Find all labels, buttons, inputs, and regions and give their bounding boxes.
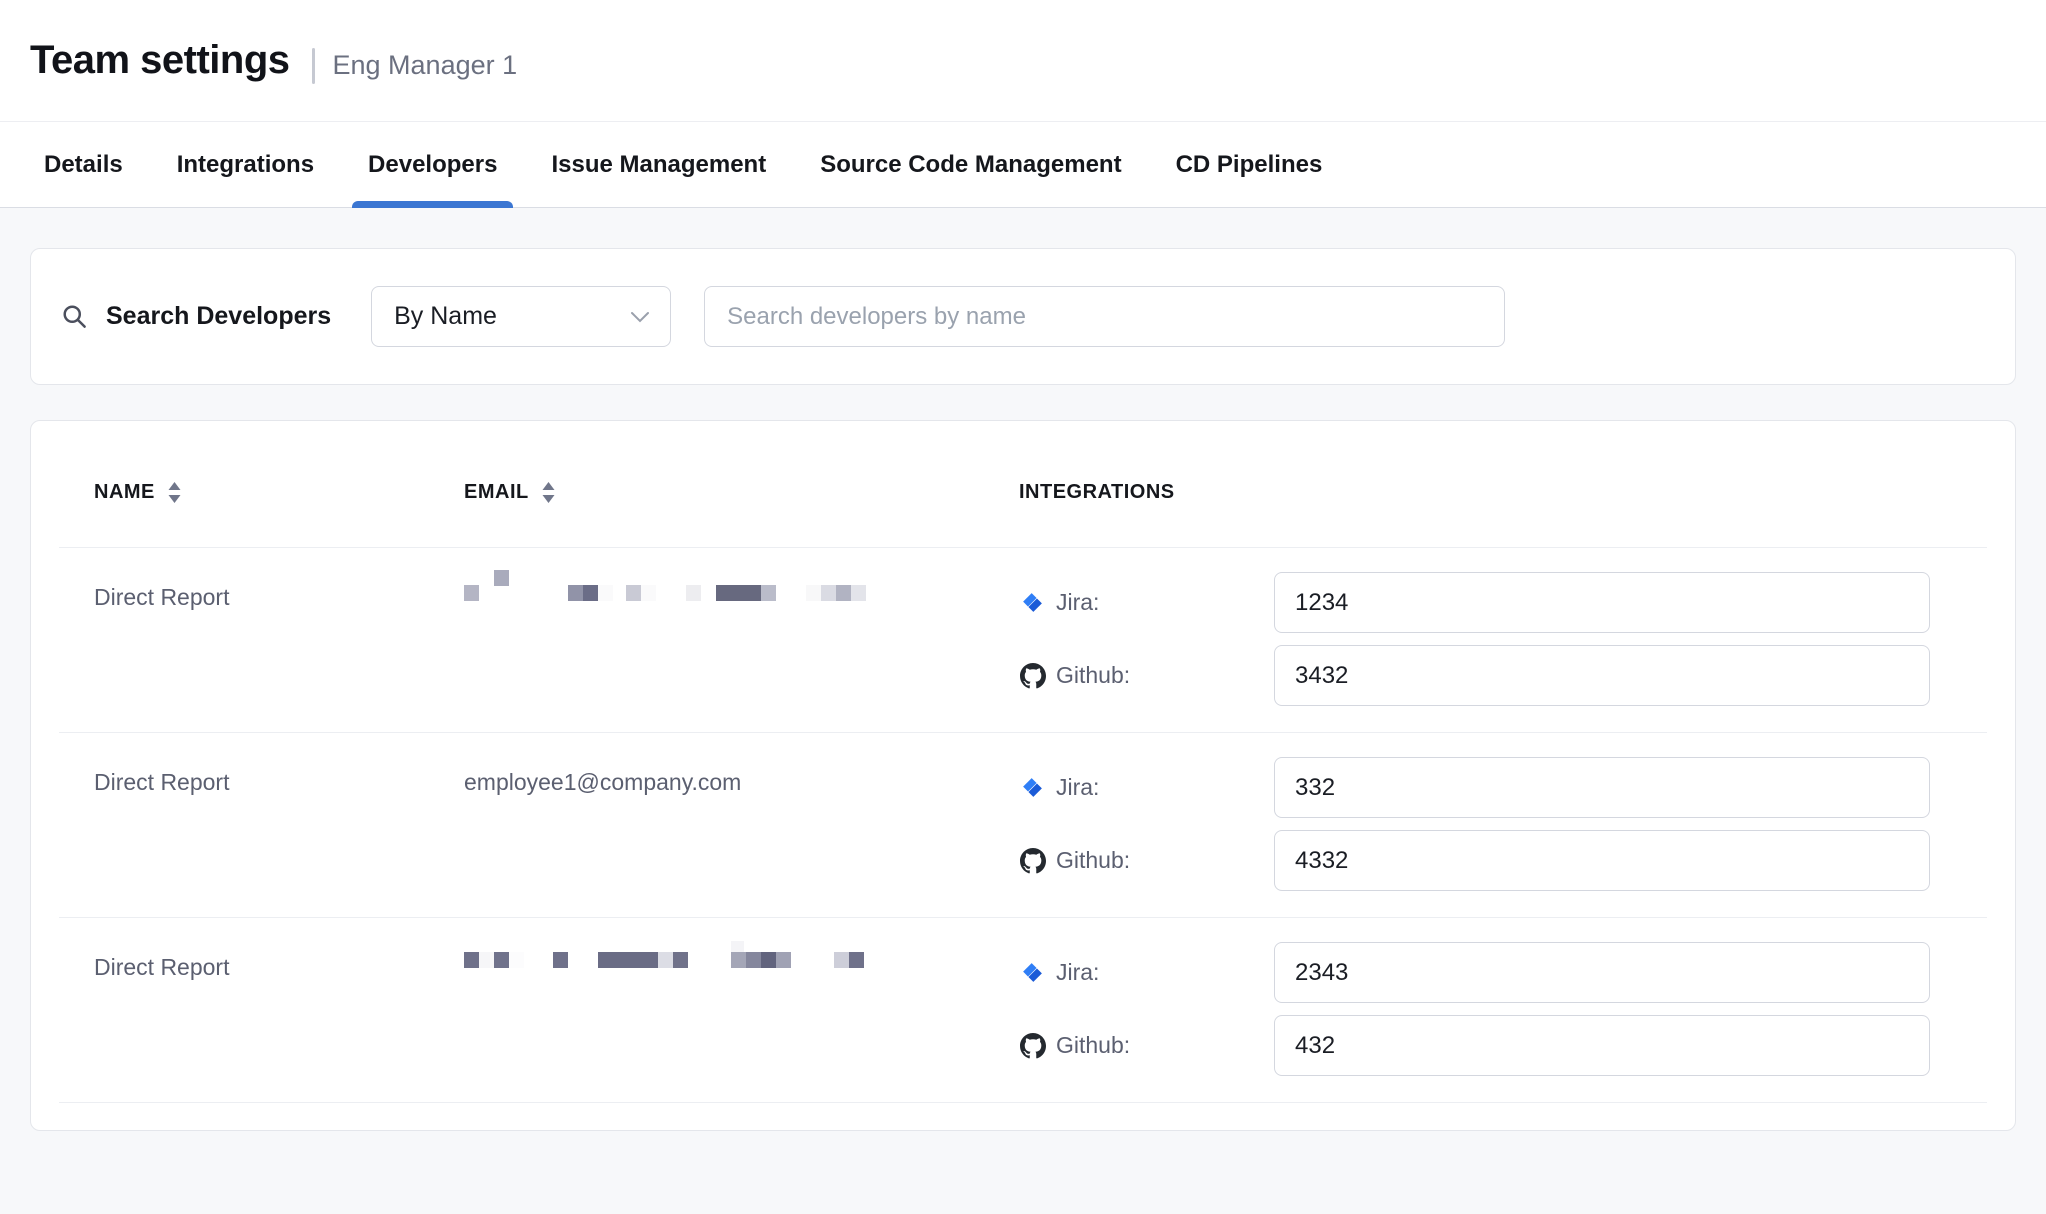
chevron-down-icon [630, 311, 650, 323]
jira-label: Jira: [1056, 774, 1099, 801]
redacted-pixel-block [494, 570, 509, 586]
github-id-input[interactable] [1274, 830, 1930, 891]
jira-label: Jira: [1056, 959, 1099, 986]
column-header-email: EMAIL [429, 481, 989, 504]
developer-email: employee1@company.com [429, 757, 989, 891]
redacted-pixel-block [658, 952, 673, 968]
redacted-pixel-block [849, 952, 864, 968]
column-label-integrations: INTEGRATIONS [1019, 481, 1175, 504]
developer-name: Direct Report [59, 942, 429, 1076]
search-panel: Search Developers By Name [30, 248, 2016, 385]
redacted-pixel-block [598, 952, 658, 968]
developers-table: NAME EMAIL INTEGRATIONS [30, 420, 2016, 1131]
developer-email [429, 572, 989, 706]
redacted-pixel-block [776, 952, 791, 968]
github-id-input[interactable] [1274, 1015, 1930, 1076]
github-integration-row: Github: [1019, 645, 1987, 706]
jira-integration-row: Jira: [1019, 757, 1987, 818]
jira-integration-row: Jira: [1019, 942, 1987, 1003]
redacted-pixel-block [553, 952, 568, 968]
search-icon [61, 303, 88, 330]
integrations-cell: Jira: Github: [989, 757, 1987, 891]
integrations-cell: Jira: Github: [989, 572, 1987, 706]
jira-icon [1019, 960, 1046, 985]
github-integration-row: Github: [1019, 830, 1987, 891]
developer-email [429, 942, 989, 1076]
title-separator [312, 48, 315, 84]
jira-label: Jira: [1056, 589, 1099, 616]
tab-developers[interactable]: Developers [368, 122, 497, 207]
github-label: Github: [1056, 1032, 1130, 1059]
redacted-pixel-block [731, 952, 746, 968]
redacted-email [464, 570, 989, 616]
tab-bar: Details Integrations Developers Issue Ma… [0, 122, 2046, 208]
search-label: Search Developers [106, 302, 331, 331]
redacted-pixel-block [836, 585, 851, 601]
redacted-pixel-block [834, 952, 849, 968]
tab-issue-management[interactable]: Issue Management [551, 122, 766, 207]
redacted-pixel-block [761, 952, 776, 968]
redacted-pixel-block [686, 585, 701, 601]
redacted-pixel-block [598, 585, 613, 601]
redacted-pixel-block [821, 585, 836, 601]
redacted-pixel-block [464, 952, 479, 968]
github-integration-row: Github: [1019, 1015, 1987, 1076]
redacted-pixel-block [761, 585, 776, 601]
github-icon [1019, 1033, 1046, 1059]
redacted-pixel-block [746, 952, 761, 968]
team-name: Eng Manager 1 [333, 50, 518, 81]
page-title: Team settings [30, 38, 290, 83]
tab-details[interactable]: Details [44, 122, 123, 207]
integrations-cell: Jira: Github: [989, 942, 1987, 1076]
table-row: Direct Report Jira: [59, 918, 1987, 1103]
redacted-pixel-block [583, 585, 598, 601]
tab-integrations[interactable]: Integrations [177, 122, 314, 207]
github-icon [1019, 663, 1046, 689]
redacted-pixel-block [716, 585, 761, 601]
redacted-pixel-block [494, 952, 509, 968]
page-header: Team settings Eng Manager 1 [0, 0, 2046, 122]
tab-source-code-management[interactable]: Source Code Management [820, 122, 1121, 207]
table-row: Direct Report Jira: [59, 548, 1987, 733]
jira-id-input[interactable] [1274, 572, 1930, 633]
redacted-pixel-block [479, 952, 494, 968]
github-label: Github: [1056, 662, 1130, 689]
jira-icon [1019, 775, 1046, 800]
redacted-pixel-block [673, 952, 688, 968]
search-filter-value: By Name [394, 302, 497, 331]
search-filter-select[interactable]: By Name [371, 286, 671, 347]
column-label-name: NAME [94, 481, 155, 504]
redacted-pixel-block [851, 585, 866, 601]
main-content: Search Developers By Name NAME [0, 208, 2046, 1171]
redacted-email [464, 940, 989, 986]
jira-integration-row: Jira: [1019, 572, 1987, 633]
developer-name: Direct Report [59, 757, 429, 891]
github-label: Github: [1056, 847, 1130, 874]
redacted-pixel-block [509, 952, 524, 968]
redacted-pixel-block [626, 585, 641, 601]
developer-name: Direct Report [59, 572, 429, 706]
table-header-row: NAME EMAIL INTEGRATIONS [59, 421, 1987, 548]
jira-id-input[interactable] [1274, 942, 1930, 1003]
column-header-integrations: INTEGRATIONS [989, 481, 1987, 504]
redacted-pixel-block [464, 585, 479, 601]
redacted-pixel-block [641, 585, 656, 601]
sort-icon-email[interactable] [541, 481, 556, 504]
search-input[interactable] [704, 286, 1505, 347]
tab-cd-pipelines[interactable]: CD Pipelines [1176, 122, 1323, 207]
table-row: Direct Report employee1@company.com Jira… [59, 733, 1987, 918]
github-id-input[interactable] [1274, 645, 1930, 706]
sort-icon-name[interactable] [167, 481, 182, 504]
github-icon [1019, 848, 1046, 874]
column-label-email: EMAIL [464, 481, 529, 504]
jira-icon [1019, 590, 1046, 615]
redacted-pixel-block [568, 585, 583, 601]
redacted-pixel-block [806, 585, 821, 601]
column-header-name: NAME [59, 481, 429, 504]
jira-id-input[interactable] [1274, 757, 1930, 818]
